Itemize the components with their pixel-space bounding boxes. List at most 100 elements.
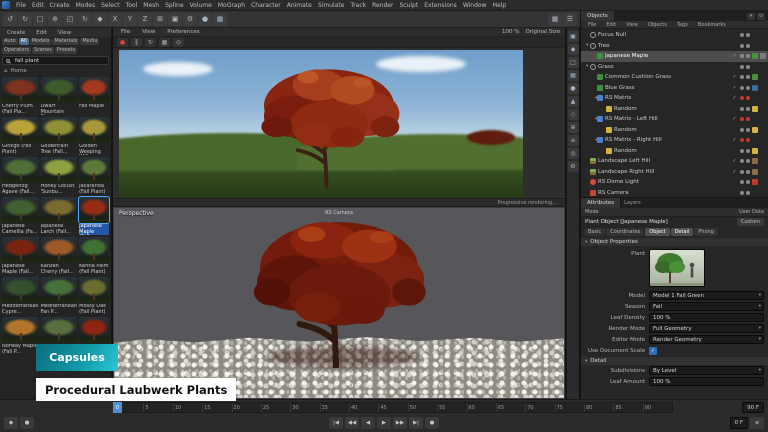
asset-thumbnail[interactable] — [41, 197, 78, 223]
object-tag[interactable] — [760, 148, 766, 154]
object-tag[interactable] — [752, 127, 758, 133]
expander-icon[interactable]: ▾ — [583, 117, 595, 122]
asset-thumbnail[interactable] — [41, 317, 78, 343]
asset-item[interactable]: Ginkgo (Fall Plant) — [2, 117, 39, 155]
object-tag[interactable] — [752, 43, 758, 49]
filter-chip[interactable]: Operators — [2, 47, 31, 54]
object-row[interactable]: RS Dome Light — [581, 177, 768, 188]
editor-visibility-dot[interactable] — [740, 149, 744, 153]
object-tag[interactable] — [760, 137, 766, 143]
render-visibility-dot[interactable] — [746, 54, 750, 58]
menu-item[interactable]: Tool — [123, 2, 141, 9]
start-ipr-icon[interactable]: ● — [117, 38, 128, 47]
render-visibility-dot[interactable] — [746, 65, 750, 69]
object-tag[interactable] — [752, 190, 758, 196]
object-tag[interactable] — [752, 106, 758, 112]
render-visibility-dot[interactable] — [746, 75, 750, 79]
render-visibility-dot[interactable] — [746, 191, 750, 195]
c4d-logo-icon[interactable] — [2, 1, 10, 9]
live-selection-icon[interactable]: □ — [33, 13, 47, 26]
layout-icon[interactable]: ▦ — [548, 13, 562, 26]
field-value[interactable]: By Level — [649, 366, 764, 375]
menu-item[interactable]: Sculpt — [396, 2, 421, 9]
render-view-icon[interactable]: ▣ — [168, 13, 182, 26]
asset-item[interactable]: Kentia Palm (Fall Plant) — [79, 237, 109, 275]
asset-thumbnail[interactable] — [41, 77, 78, 103]
object-tag[interactable] — [760, 43, 766, 49]
asset-item[interactable]: Japanese Maple (Fall... — [2, 237, 39, 275]
menu-item[interactable]: Create — [47, 2, 73, 9]
object-tag[interactable] — [752, 32, 758, 38]
object-tag[interactable] — [760, 169, 766, 175]
zoom-level[interactable]: 100 % — [502, 29, 519, 35]
goto-start-button[interactable]: |◀ — [329, 417, 343, 429]
record-button[interactable]: ● — [425, 417, 439, 429]
render-visibility-dot[interactable] — [746, 44, 750, 48]
playhead[interactable]: 0 — [113, 402, 122, 413]
filter-chip[interactable]: Models — [30, 38, 52, 45]
object-label[interactable]: Common Cushion Grass — [605, 74, 729, 80]
move-icon[interactable]: ⊕ — [48, 13, 62, 26]
menu-item[interactable]: Modes — [73, 2, 98, 9]
next-key-button[interactable]: ▶▶ — [393, 417, 407, 429]
field-value[interactable]: Full Geometry — [649, 324, 764, 333]
snap-icon[interactable]: ≡ — [568, 135, 579, 146]
object-label[interactable]: RS Dome Light — [598, 179, 729, 185]
render-visibility-dot[interactable] — [746, 107, 750, 111]
object-tag[interactable] — [752, 95, 758, 101]
filter-icon[interactable]: ▾ — [747, 13, 755, 20]
filter-chip[interactable]: Materials — [52, 38, 79, 45]
asset-item[interactable]: Mossy Oak (Fall Plant) — [79, 277, 109, 315]
enabled-check-icon[interactable]: ✓ — [731, 85, 738, 91]
object-row[interactable]: ▾ RS Matrix - Left Hill ✓ — [581, 114, 768, 125]
menu-item[interactable]: Window — [460, 2, 490, 9]
expander-icon[interactable]: ▾ — [583, 138, 595, 143]
object-label[interactable]: RS Matrix — [605, 95, 729, 101]
viewport-label[interactable]: Perspective — [119, 210, 154, 217]
menu-item[interactable]: Extensions — [421, 2, 460, 9]
render-visibility-dot[interactable] — [746, 117, 750, 121]
asset-item[interactable]: Japanese Larch (Fall... — [41, 197, 78, 235]
editor-visibility-dot[interactable] — [740, 107, 744, 111]
render-visibility-dot[interactable] — [746, 159, 750, 163]
asset-menu-item[interactable]: Edit — [33, 30, 50, 36]
attribute-tab[interactable]: Object — [645, 228, 669, 236]
last-tool-icon[interactable]: ◆ — [93, 13, 107, 26]
enabled-check-icon[interactable]: ✓ — [731, 53, 738, 59]
field-value[interactable]: 100 % — [649, 313, 764, 322]
material-icon[interactable]: ● — [198, 13, 212, 26]
user-data-menu[interactable]: User Data — [739, 209, 764, 215]
play-button[interactable]: ▶ — [377, 417, 391, 429]
objects-menu-item[interactable]: Bookmarks — [695, 22, 729, 28]
mode-dropdown[interactable]: Mode — [585, 209, 599, 215]
y-axis-lock-icon[interactable]: Y — [123, 13, 137, 26]
asset-item[interactable]: Cherry Plum (Fall Pla... — [2, 77, 39, 115]
object-tag[interactable] — [760, 127, 766, 133]
object-row[interactable]: Common Cushion Grass ✓ — [581, 72, 768, 83]
filter-chip[interactable]: Scenes — [32, 47, 54, 54]
goto-end-button[interactable]: ▶| — [409, 417, 423, 429]
asset-item[interactable]: Kanzan Cherry (Fall... — [41, 237, 78, 275]
object-row[interactable]: Landscape Right Hill ✓ — [581, 167, 768, 178]
editor-visibility-dot[interactable] — [740, 159, 744, 163]
enabled-check-icon[interactable]: ✓ — [731, 137, 738, 143]
objects-menu-item[interactable]: Objects — [645, 22, 670, 28]
objects-menu-item[interactable]: File — [585, 22, 599, 28]
object-row[interactable]: Focus Null — [581, 30, 768, 41]
object-tag[interactable] — [760, 64, 766, 70]
object-label[interactable]: Landscape Right Hill — [598, 169, 729, 175]
current-frame-field[interactable]: 0 F — [730, 417, 748, 429]
asset-thumbnail[interactable] — [79, 157, 109, 183]
asset-thumbnail[interactable] — [2, 117, 39, 143]
render-view-image[interactable] — [119, 50, 523, 198]
viewport-solo-icon[interactable]: ◎ — [568, 148, 579, 159]
undo-icon[interactable]: ↺ — [3, 13, 17, 26]
object-label[interactable]: Landscape Left Hill — [598, 158, 729, 164]
editor-visibility-dot[interactable] — [740, 33, 744, 37]
object-label[interactable]: RS Matrix - Right Hill — [605, 137, 729, 143]
object-tag[interactable] — [752, 148, 758, 154]
object-row[interactable]: Random — [581, 104, 768, 115]
object-tag[interactable] — [760, 190, 766, 196]
make-editable-icon[interactable]: ▣ — [568, 31, 579, 42]
polygons-mode-icon[interactable]: ◇ — [568, 109, 579, 120]
